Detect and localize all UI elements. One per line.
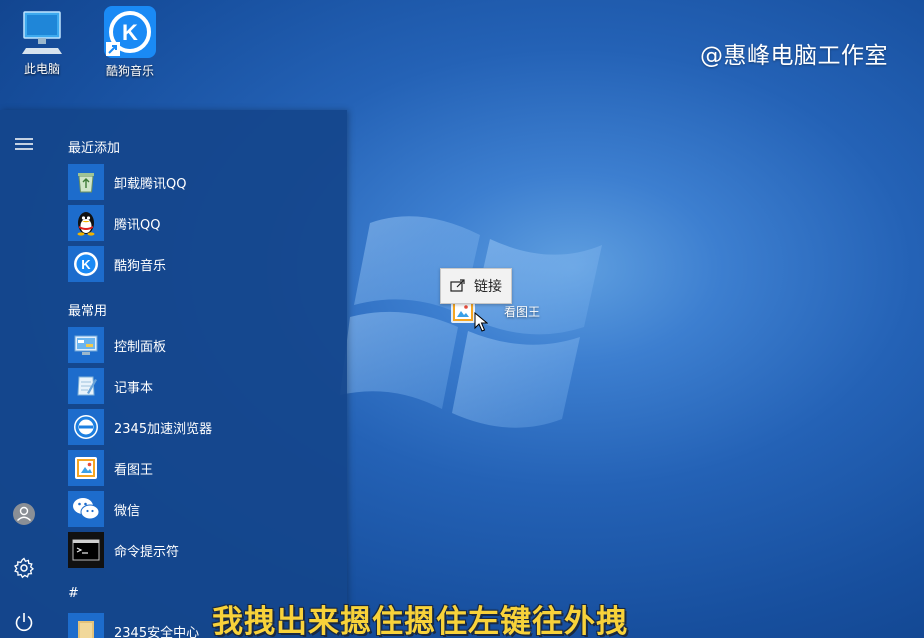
app-item-label: 看图王 bbox=[114, 462, 154, 478]
desktop[interactable]: 此电脑 K 酷狗音乐 @惠峰电脑工作室 最近添加 卸载腾讯QQ 腾讯QQ K 酷… bbox=[0, 0, 924, 638]
notepad-icon bbox=[68, 368, 104, 404]
power-icon bbox=[15, 613, 33, 632]
desktop-icon-label: 酷狗音乐 bbox=[105, 64, 154, 78]
app-item-notepad[interactable]: 记事本 bbox=[68, 367, 328, 405]
folder-icon bbox=[68, 613, 104, 638]
desktop-icon-this-pc[interactable]: 此电脑 bbox=[4, 8, 80, 77]
app-item-label: 腾讯QQ bbox=[114, 217, 161, 233]
section-header-hash: # bbox=[68, 586, 79, 601]
video-subtitle: 我拽出来摁住摁住左键往外拽 bbox=[212, 604, 628, 638]
app-item-label: 2345加速浏览器 bbox=[114, 421, 213, 437]
desktop-icon-label: 此电脑 bbox=[23, 62, 60, 76]
hamburger-icon bbox=[15, 138, 33, 150]
section-header-recent: 最近添加 bbox=[68, 141, 121, 156]
app-item-label: 卸载腾讯QQ bbox=[114, 176, 187, 192]
browser-2345-icon bbox=[68, 409, 104, 445]
svg-text:K: K bbox=[81, 257, 91, 272]
app-item-label: 控制面板 bbox=[114, 339, 167, 355]
drag-ghost-label: 看图王 bbox=[504, 304, 541, 319]
cmd-icon bbox=[68, 532, 104, 568]
app-item-label: 记事本 bbox=[114, 380, 154, 396]
power-button[interactable] bbox=[12, 610, 36, 634]
app-item-control-panel[interactable]: 控制面板 bbox=[68, 326, 328, 364]
gear-icon bbox=[14, 557, 35, 579]
qq-penguin-icon bbox=[68, 205, 104, 241]
app-item-label: 命令提示符 bbox=[114, 544, 180, 560]
drag-link-tooltip: 链接 bbox=[440, 268, 512, 304]
desktop-icon-kugou[interactable]: K 酷狗音乐 bbox=[92, 6, 168, 79]
user-avatar-icon bbox=[13, 503, 35, 525]
start-menu-rail bbox=[0, 110, 48, 638]
svg-text:K: K bbox=[122, 20, 138, 45]
app-item-label: 2345安全中心 bbox=[114, 625, 200, 638]
wechat-icon bbox=[68, 491, 104, 527]
app-item-cmd[interactable]: 命令提示符 bbox=[68, 531, 328, 569]
app-item-image-viewer[interactable]: 看图王 bbox=[68, 449, 328, 487]
app-item-uninstall-qq[interactable]: 卸载腾讯QQ bbox=[68, 163, 328, 201]
app-item-label: 微信 bbox=[114, 503, 141, 519]
app-item-label: 酷狗音乐 bbox=[114, 258, 167, 274]
kugou-icon: K bbox=[68, 246, 104, 282]
app-item-kugou[interactable]: K 酷狗音乐 bbox=[68, 245, 328, 283]
image-viewer-icon bbox=[68, 450, 104, 486]
app-item-wechat[interactable]: 微信 bbox=[68, 490, 328, 528]
watermark: @惠峰电脑工作室 bbox=[700, 43, 888, 69]
link-arrow-icon bbox=[450, 279, 465, 292]
app-item-qq[interactable]: 腾讯QQ bbox=[68, 204, 328, 242]
recycle-bin-icon bbox=[68, 164, 104, 200]
hamburger-menu-button[interactable] bbox=[12, 132, 36, 156]
computer-icon bbox=[22, 11, 62, 54]
user-account-button[interactable] bbox=[12, 502, 36, 526]
kugou-icon: K bbox=[104, 6, 156, 58]
drag-tooltip-label: 链接 bbox=[474, 279, 502, 295]
app-item-2345-browser[interactable]: 2345加速浏览器 bbox=[68, 408, 328, 446]
section-header-frequent: 最常用 bbox=[68, 304, 108, 319]
settings-button[interactable] bbox=[12, 556, 36, 580]
control-panel-icon bbox=[68, 327, 104, 363]
mouse-cursor-icon bbox=[474, 312, 488, 332]
start-menu: 最近添加 卸载腾讯QQ 腾讯QQ K 酷狗音乐 最常用 控制面板 记事本 234… bbox=[0, 110, 347, 638]
